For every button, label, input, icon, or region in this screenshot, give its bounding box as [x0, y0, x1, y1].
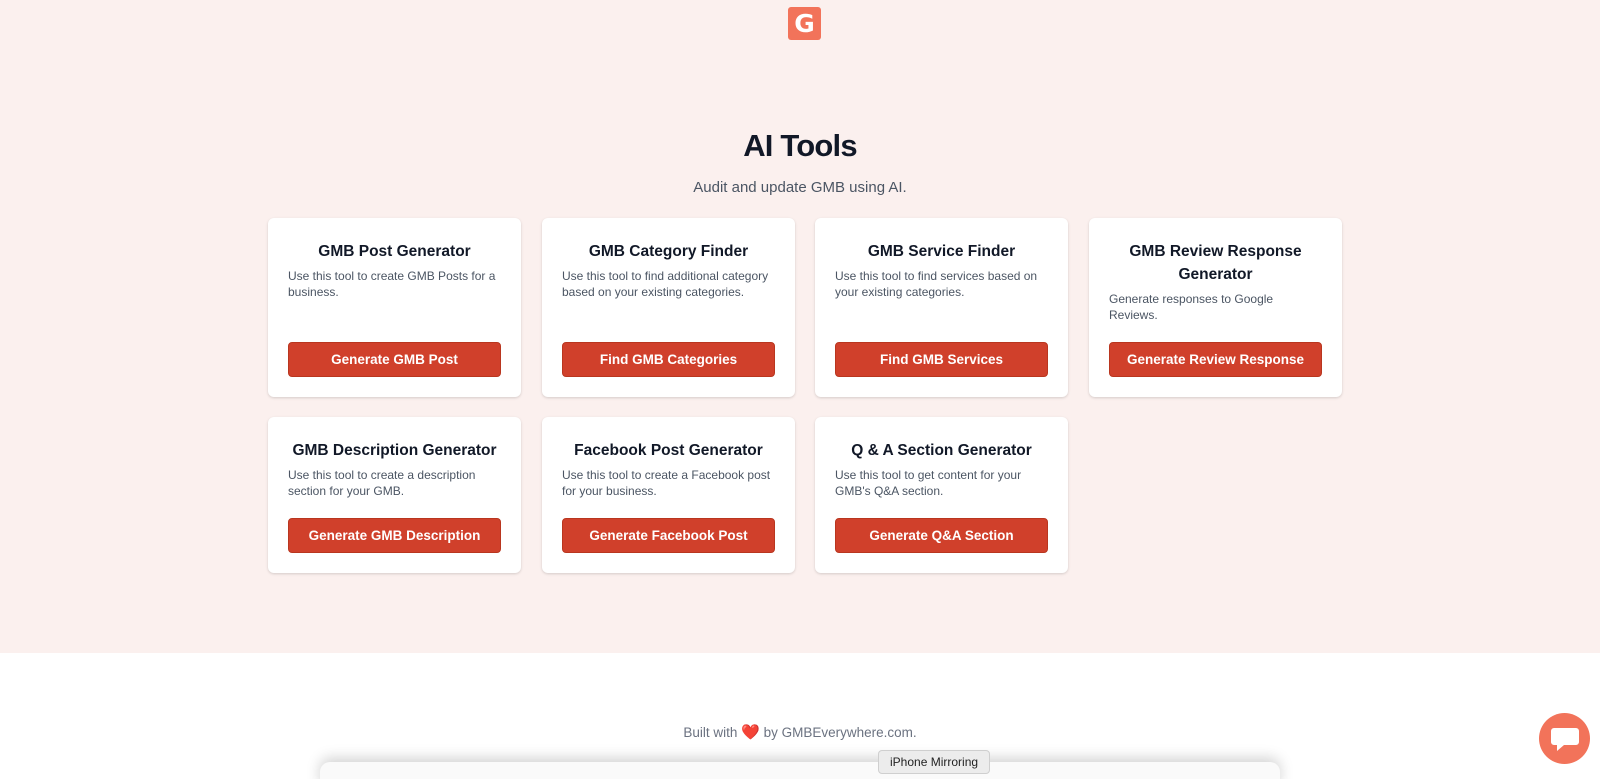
generate-facebook-post-button[interactable]: Generate Facebook Post: [562, 518, 775, 553]
tool-card-description: Use this tool to create a Facebook post …: [562, 468, 771, 498]
gmb-logo[interactable]: G: [788, 7, 821, 40]
chat-button[interactable]: [1539, 713, 1590, 764]
tool-card-title: GMB Review Response Generator: [1129, 243, 1302, 283]
tool-card-title: GMB Service Finder: [867, 243, 1016, 260]
tool-card-description-generator: GMB Description Generator Use this tool …: [268, 417, 521, 573]
hero-section: [0, 0, 1600, 653]
tool-card-description: Use this tool to create GMB Posts for a …: [288, 269, 496, 299]
find-gmb-services-button[interactable]: Find GMB Services: [835, 342, 1048, 377]
footer-built-prefix: Built with: [683, 725, 738, 740]
tool-card-qa-section: Q & A Section Generator Use this tool to…: [815, 417, 1068, 573]
tool-card-title: Facebook Post Generator: [574, 442, 763, 459]
generate-review-response-button[interactable]: Generate Review Response: [1109, 342, 1322, 377]
chat-bubble-icon: [1550, 727, 1579, 751]
tool-card-facebook-post: Facebook Post Generator Use this tool to…: [542, 417, 795, 573]
iphone-mirroring-window[interactable]: [320, 762, 1280, 779]
heart-icon: ❤️: [741, 724, 760, 741]
tool-card-description: Use this tool to create a description se…: [288, 468, 476, 498]
tool-card-description: Generate responses to Google Reviews.: [1109, 292, 1274, 322]
tool-card-title: Q & A Section Generator: [851, 442, 1032, 459]
tool-card-category-finder: GMB Category Finder Use this tool to fin…: [542, 218, 795, 397]
footer-built-with: Built with ❤️ by GMBEverywhere.com.: [0, 723, 1600, 741]
page-subtitle: Audit and update GMB using AI.: [693, 179, 907, 196]
iphone-mirroring-label[interactable]: iPhone Mirroring: [878, 750, 991, 774]
tool-card-description: Use this tool to find services based on …: [835, 269, 1038, 299]
tool-card-title: GMB Category Finder: [588, 243, 749, 260]
find-gmb-categories-button[interactable]: Find GMB Categories: [562, 342, 775, 377]
page-title: AI Tools: [743, 128, 857, 163]
generate-qa-section-button[interactable]: Generate Q&A Section: [835, 518, 1048, 553]
generate-gmb-post-button[interactable]: Generate GMB Post: [288, 342, 501, 377]
tool-card-description: Use this tool to get content for your GM…: [835, 468, 1022, 498]
tool-card-post-generator: GMB Post Generator Use this tool to crea…: [268, 218, 521, 397]
tool-card-description: Use this tool to find additional categor…: [562, 269, 769, 299]
generate-gmb-description-button[interactable]: Generate GMB Description: [288, 518, 501, 553]
tool-card-service-finder: GMB Service Finder Use this tool to find…: [815, 218, 1068, 397]
tool-card-title: GMB Description Generator: [292, 442, 497, 459]
tool-card-title: GMB Post Generator: [318, 243, 471, 260]
tool-card-review-response: GMB Review Response Generator Generate r…: [1089, 218, 1342, 397]
footer-built-link[interactable]: by GMBEverywhere.com.: [764, 725, 917, 740]
logo-letter: G: [794, 9, 815, 38]
